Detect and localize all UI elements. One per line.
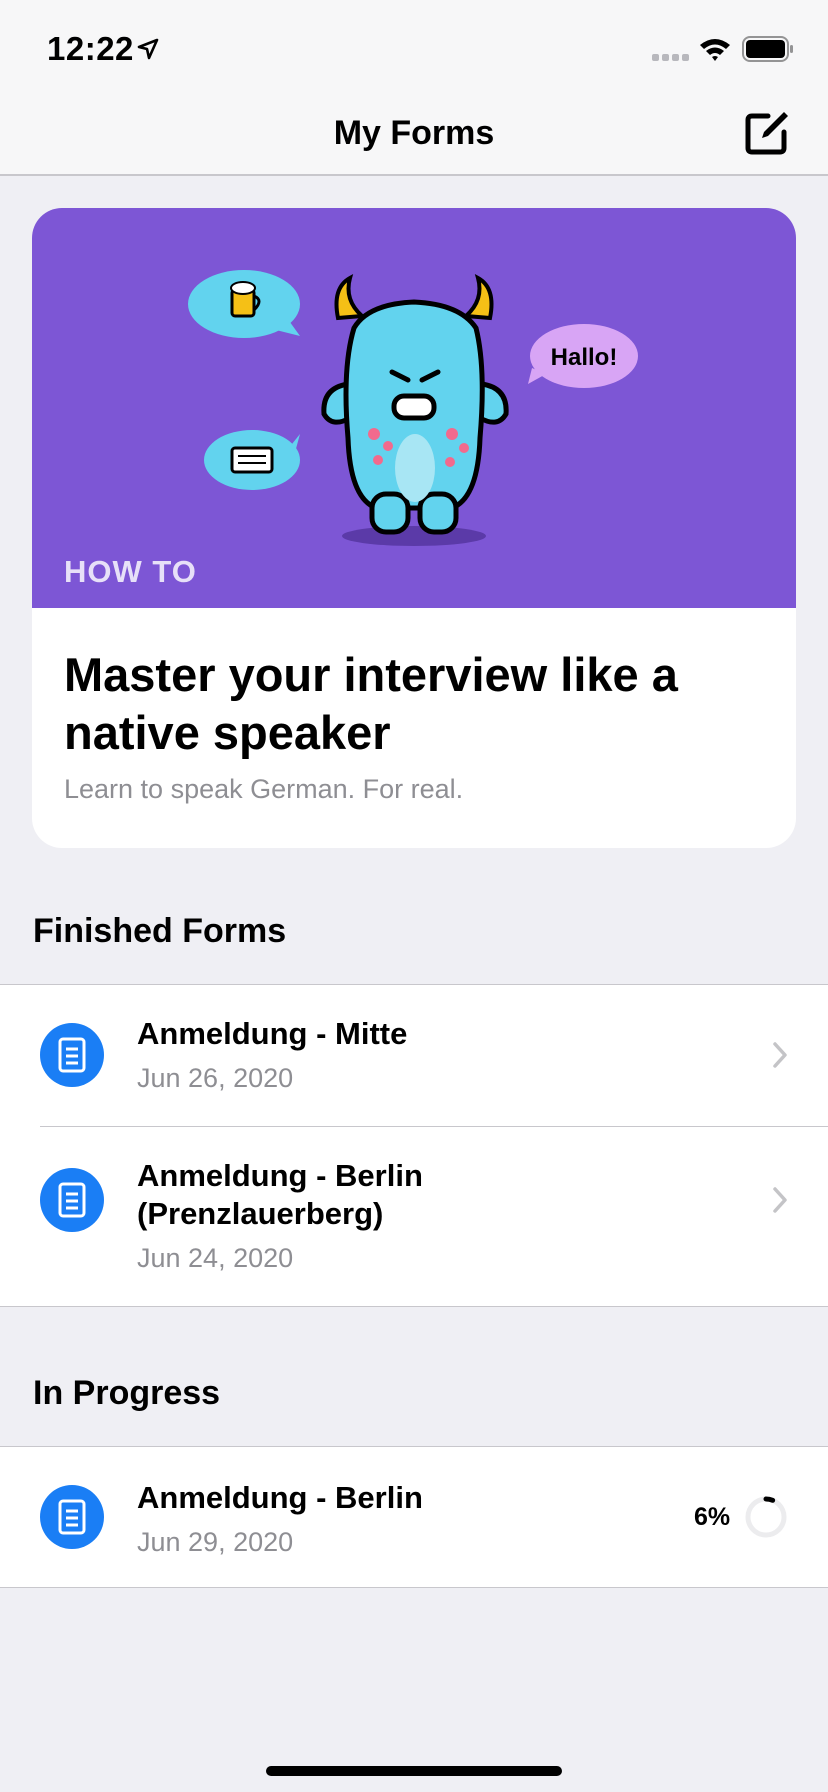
document-icon [40, 1023, 104, 1087]
finished-forms-header: Finished Forms [33, 912, 287, 950]
battery-icon [742, 36, 793, 62]
home-indicator [266, 1766, 562, 1776]
form-date: Jun 26, 2020 [137, 1063, 294, 1093]
finished-form-row-1[interactable]: Anmeldung - Mitte Jun 26, 2020 [0, 985, 828, 1126]
form-date: Jun 29, 2020 [137, 1527, 294, 1557]
hallo-bubble-text: Hallo! [551, 344, 618, 371]
document-icon [40, 1485, 104, 1549]
status-time: 12:22 [47, 30, 134, 67]
in-progress-list: Anmeldung - Berlin Jun 29, 2020 6% [0, 1446, 828, 1588]
card-eyebrow: HOW TO [64, 554, 197, 589]
location-arrow-icon [137, 38, 159, 60]
monster-illustration: Hallo! [188, 270, 638, 546]
wifi-icon [700, 39, 730, 61]
page-title: My Forms [333, 114, 495, 152]
card-hero: Hallo! HOW TO [32, 208, 796, 608]
card-title: Master your interview like a native spea… [64, 648, 678, 759]
in-progress-header: In Progress [33, 1374, 221, 1412]
status-bar: 12:22 [0, 0, 828, 96]
finished-form-row-2[interactable]: Anmeldung - Berlin (Prenzlauerberg) Jun … [0, 1127, 828, 1307]
in-progress-form-row-1[interactable]: Anmeldung - Berlin Jun 29, 2020 6% [0, 1447, 828, 1588]
card-subtitle: Learn to speak German. For real. [64, 774, 464, 804]
signal-icon [652, 54, 689, 61]
nav-bar: My Forms [0, 96, 828, 176]
how-to-card[interactable]: Hallo! HOW TO Master your interview like… [32, 208, 796, 848]
document-icon [40, 1168, 104, 1232]
compose-icon[interactable] [744, 108, 792, 156]
progress-ring-icon [745, 1496, 787, 1538]
finished-forms-list: Anmeldung - Mitte Jun 26, 2020 Anmeldung… [0, 984, 828, 1307]
chevron-right-icon [773, 1042, 787, 1068]
progress-label: 6% [694, 1503, 731, 1531]
form-title: Anmeldung - Mitte [137, 1016, 408, 1051]
form-title: Anmeldung - Berlin (Prenzlauerberg) [137, 1158, 423, 1231]
form-date: Jun 24, 2020 [137, 1243, 294, 1273]
form-title: Anmeldung - Berlin [137, 1480, 423, 1515]
chevron-right-icon [773, 1187, 787, 1213]
